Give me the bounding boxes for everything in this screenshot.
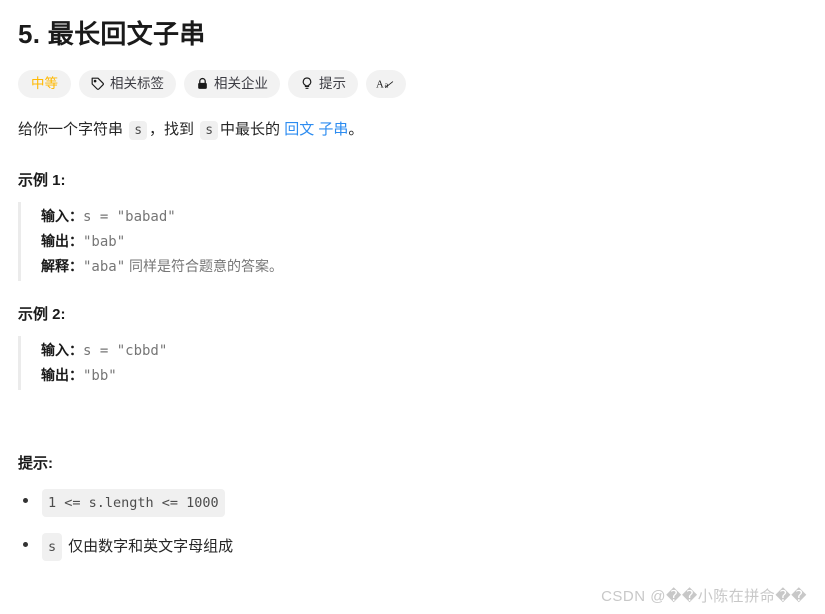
example-2-output-value: "bb": [83, 367, 117, 384]
lightbulb-icon: [300, 76, 314, 91]
example-1-output-value: "bab": [83, 233, 126, 250]
constraint-item-1: 1 <= s.length <= 1000: [18, 488, 807, 517]
svg-text:a: a: [384, 80, 388, 90]
lock-icon: [196, 77, 209, 91]
page-title: 5. 最长回文子串: [18, 19, 206, 49]
link-substring[interactable]: 子串: [318, 121, 348, 138]
font-size-icon: A a: [376, 76, 396, 91]
example-1-explanation-label: 解释：: [41, 257, 83, 274]
related-companies-label: 相关企业: [214, 76, 268, 92]
link-palindrome[interactable]: 回文: [284, 121, 314, 138]
constraint-code-1: 1 <= s.length <= 1000: [42, 488, 225, 517]
constraint-code-2: s: [42, 532, 63, 561]
example-1-explanation-value: "aba": [83, 258, 126, 275]
constraints-heading: 提示:: [18, 454, 53, 472]
related-tags-label: 相关标签: [110, 76, 164, 92]
difficulty-label: 中等: [31, 76, 58, 92]
example-2-output: 输出："bb": [41, 363, 807, 388]
constraints-list: 1 <= s.length <= 1000 s 仅由数字和英文字母组成: [18, 488, 807, 561]
description-mid2: 中最长的: [220, 120, 281, 138]
example-2-input: 输入：s = "cbbd": [41, 338, 807, 363]
hint-button[interactable]: 提示: [288, 69, 358, 98]
description-pre: 给你一个字符串: [18, 120, 124, 138]
example-1-input: 输入：s = "babad": [41, 204, 807, 229]
example-1-output-label: 输出：: [41, 232, 83, 249]
csdn-watermark: CSDN @��小陈在拼命��: [601, 588, 807, 605]
problem-description: 给你一个字符串 s ，找到 s 中最长的 回文 子串。: [18, 116, 807, 145]
example-1-output: 输出："bab": [41, 229, 807, 254]
example-2-block: 输入：s = "cbbd" 输出："bb": [18, 335, 807, 390]
font-size-button[interactable]: A a: [366, 69, 406, 98]
example-1-heading: 示例 1:: [18, 171, 66, 189]
description-suffix: 。: [348, 120, 364, 138]
svg-text:A: A: [376, 79, 384, 91]
description-mid1: ，找到: [149, 120, 195, 138]
hint-label: 提示: [319, 76, 346, 92]
example-1-block: 输入：s = "babad" 输出："bab" 解释："aba" 同样是符合题意…: [18, 201, 807, 281]
example-2-input-label: 输入：: [41, 341, 83, 358]
badge-row: 中等 相关标签 相关企业 提示 A a: [18, 69, 807, 98]
inline-code-s-1: s: [129, 120, 148, 140]
inline-code-s-2: s: [200, 120, 219, 140]
problem-page: 5. 最长回文子串 中等 相关标签 相关企业 提示 A a 给你一个字符串 s …: [0, 0, 825, 614]
example-2-input-value: s = "cbbd": [83, 342, 168, 359]
related-tags-button[interactable]: 相关标签: [79, 69, 176, 98]
example-2-heading: 示例 2:: [18, 305, 66, 323]
example-2-output-label: 输出：: [41, 366, 83, 383]
example-1-explanation: 解释："aba" 同样是符合题意的答案。: [41, 254, 807, 279]
example-1-input-value: s = "babad": [83, 208, 176, 225]
tag-icon: [91, 77, 105, 91]
constraint-item-2: s 仅由数字和英文字母组成: [18, 532, 807, 561]
related-companies-button[interactable]: 相关企业: [184, 69, 280, 98]
example-1-input-label: 输入：: [41, 207, 83, 224]
difficulty-badge[interactable]: 中等: [18, 69, 71, 98]
example-1-explanation-note: 同样是符合题意的答案。: [125, 257, 284, 274]
constraint-text-2: 仅由数字和英文字母组成: [68, 537, 234, 555]
